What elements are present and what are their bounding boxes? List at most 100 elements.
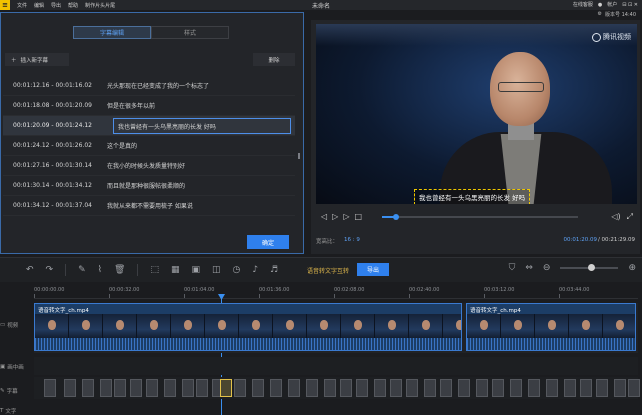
subtitle-clip[interactable]: [182, 379, 194, 397]
subtitle-row[interactable]: 00:01:27.16 - 00:01:30.14 在我小的时候头发质量特别好: [3, 156, 295, 176]
subtitle-clip[interactable]: [476, 379, 488, 397]
subtitle-text[interactable]: 这个是真的: [107, 141, 137, 150]
subtitle-overlay[interactable]: 我也曾经有一头乌黑亮丽的长发 好吗: [414, 189, 531, 204]
aspect-ratio-value[interactable]: 16 : 9: [344, 237, 360, 243]
menu-help[interactable]: 帮助: [68, 2, 78, 9]
subtitle-scrollbar[interactable]: [297, 76, 301, 222]
subtitle-scroll-thumb[interactable]: [298, 153, 300, 159]
video-preview[interactable]: 腾讯视频 我也曾经有一头乌黑亮丽的长发 好吗: [316, 24, 637, 204]
subtitle-row-selected[interactable]: 00:01:20.09 - 00:01:24.12 我也曾经有一头乌黑亮丽的长发…: [3, 116, 295, 136]
stop-icon[interactable]: □: [354, 213, 362, 221]
play-icon[interactable]: ▷: [332, 213, 338, 221]
subtitle-row[interactable]: 00:01:30.14 - 00:01:34.12 而且就是那种很服帖很柔顺的: [3, 176, 295, 196]
account-icon[interactable]: ●: [598, 2, 602, 8]
freeze-frame-icon[interactable]: ▣: [192, 265, 201, 275]
subtitle-clip[interactable]: [130, 379, 142, 397]
subtitle-clip[interactable]: [164, 379, 176, 397]
subtitle-text-input[interactable]: 我也曾经有一头乌黑亮丽的长发 好吗: [113, 118, 291, 134]
video-track[interactable]: 语音转文字_ch.mp4 语音转文字_ch.mp4: [34, 303, 638, 353]
subtitle-clip[interactable]: [146, 379, 158, 397]
subtitle-clip[interactable]: [580, 379, 592, 397]
subtitle-clip[interactable]: [614, 379, 626, 397]
export-button[interactable]: 导出: [357, 263, 389, 276]
subtitle-row[interactable]: 00:01:24.12 - 00:01:26.02 这个是真的: [3, 136, 295, 156]
subtitle-text[interactable]: 我就从来都不需要用梳子 如果说: [107, 201, 193, 210]
delete-icon[interactable]: 🗑: [114, 265, 125, 275]
video-clip[interactable]: 语音转文字_ch.mp4: [34, 303, 462, 351]
subtitle-clip[interactable]: [288, 379, 300, 397]
subtitle-clip[interactable]: [424, 379, 436, 397]
subtitle-clip[interactable]: [306, 379, 318, 397]
insert-subtitle-button[interactable]: ＋ 插入新字幕: [5, 53, 69, 66]
video-clip[interactable]: 语音转文字_ch.mp4: [466, 303, 636, 351]
subtitle-text[interactable]: 光头那现在已经变成了我的一个标志了: [107, 81, 209, 90]
subtitle-clip[interactable]: [340, 379, 352, 397]
subtitle-clip[interactable]: [528, 379, 540, 397]
marker-icon[interactable]: ⛉: [509, 263, 516, 273]
tab-subtitle-edit[interactable]: 字幕编辑: [73, 26, 151, 39]
time-ruler[interactable]: 00:00:00.00 00:00:32.00 00:01:04.00 00:01:3…: [34, 287, 638, 299]
subtitle-clip[interactable]: [440, 379, 452, 397]
zoom-in-icon[interactable]: ⊕: [628, 263, 636, 273]
volume-icon[interactable]: ◁): [611, 212, 620, 222]
subtitle-clip[interactable]: [44, 379, 56, 397]
speed-icon[interactable]: ◷: [233, 265, 241, 275]
subtitle-clip[interactable]: [64, 379, 76, 397]
subtitle-clip[interactable]: [100, 379, 112, 397]
undo-icon[interactable]: ↶: [26, 265, 34, 275]
online-service-link[interactable]: 在线客服: [573, 1, 593, 8]
subtitle-row[interactable]: 00:01:34.12 - 00:01:37.04 我就从来都不需要用梳子 如果…: [3, 196, 295, 216]
redo-icon[interactable]: ↷: [46, 265, 54, 275]
subtitle-clip[interactable]: [82, 379, 94, 397]
next-frame-icon[interactable]: ▷: [343, 213, 349, 221]
zoom-out-icon[interactable]: ⊖: [543, 263, 551, 273]
subtitle-clip[interactable]: [406, 379, 418, 397]
subtitle-text[interactable]: 但是在很多年以前: [107, 101, 155, 110]
zoom-knob[interactable]: [587, 264, 595, 271]
subtitle-clip[interactable]: [564, 379, 576, 397]
zoom-slider[interactable]: [560, 264, 619, 271]
crop-icon[interactable]: ⬚: [150, 265, 159, 275]
menu-file[interactable]: 文件: [17, 2, 27, 9]
subtitle-clip[interactable]: [252, 379, 264, 397]
menu-export[interactable]: 导出: [51, 2, 61, 9]
delete-subtitle-button[interactable]: 删除: [253, 53, 295, 66]
prev-frame-icon[interactable]: ◁: [321, 213, 327, 221]
screenshot-icon[interactable]: ◫: [212, 265, 221, 275]
subtitle-clip[interactable]: [390, 379, 402, 397]
subtitle-clip[interactable]: [196, 379, 208, 397]
fit-icon[interactable]: ⇔: [525, 263, 533, 273]
subtitle-clip[interactable]: [510, 379, 522, 397]
menu-edit[interactable]: 编辑: [34, 2, 44, 9]
microphone-icon[interactable]: ♪: [252, 265, 258, 275]
subtitle-clip[interactable]: [596, 379, 608, 397]
progress-knob[interactable]: [392, 214, 399, 220]
app-logo-icon[interactable]: ≡: [0, 0, 10, 10]
pen-icon[interactable]: ✎: [78, 265, 86, 275]
subtitle-clip[interactable]: [356, 379, 368, 397]
subtitle-clip[interactable]: [458, 379, 470, 397]
subtitle-track[interactable]: [34, 377, 640, 399]
window-controls[interactable]: ⊟ ⊡ ✕: [622, 2, 638, 8]
audio-icon[interactable]: ♬: [270, 265, 278, 275]
account-label[interactable]: 帐户: [607, 1, 617, 8]
mosaic-icon[interactable]: ▦: [171, 265, 180, 275]
subtitle-clip[interactable]: [492, 379, 504, 397]
confirm-button[interactable]: 确定: [247, 235, 289, 249]
subtitle-clip[interactable]: [628, 379, 640, 397]
subtitle-text[interactable]: 而且就是那种很服帖很柔顺的: [107, 181, 185, 190]
tab-style[interactable]: 样式: [151, 26, 229, 39]
subtitle-clip[interactable]: [324, 379, 336, 397]
subtitle-clip[interactable]: [220, 379, 232, 397]
playback-progress[interactable]: [382, 214, 578, 220]
subtitle-clip[interactable]: [546, 379, 558, 397]
speech-to-text-link[interactable]: 语音转文字互转: [307, 266, 349, 275]
subtitle-row[interactable]: 00:01:18.08 - 00:01:20.09 但是在很多年以前: [3, 96, 295, 116]
fullscreen-icon[interactable]: ⤢: [627, 212, 633, 222]
subtitle-clip[interactable]: [270, 379, 282, 397]
subtitle-clip[interactable]: [234, 379, 246, 397]
pip-track[interactable]: [34, 357, 638, 375]
subtitle-clip[interactable]: [374, 379, 386, 397]
split-icon[interactable]: ⌇: [98, 265, 102, 275]
subtitle-clip[interactable]: [114, 379, 126, 397]
